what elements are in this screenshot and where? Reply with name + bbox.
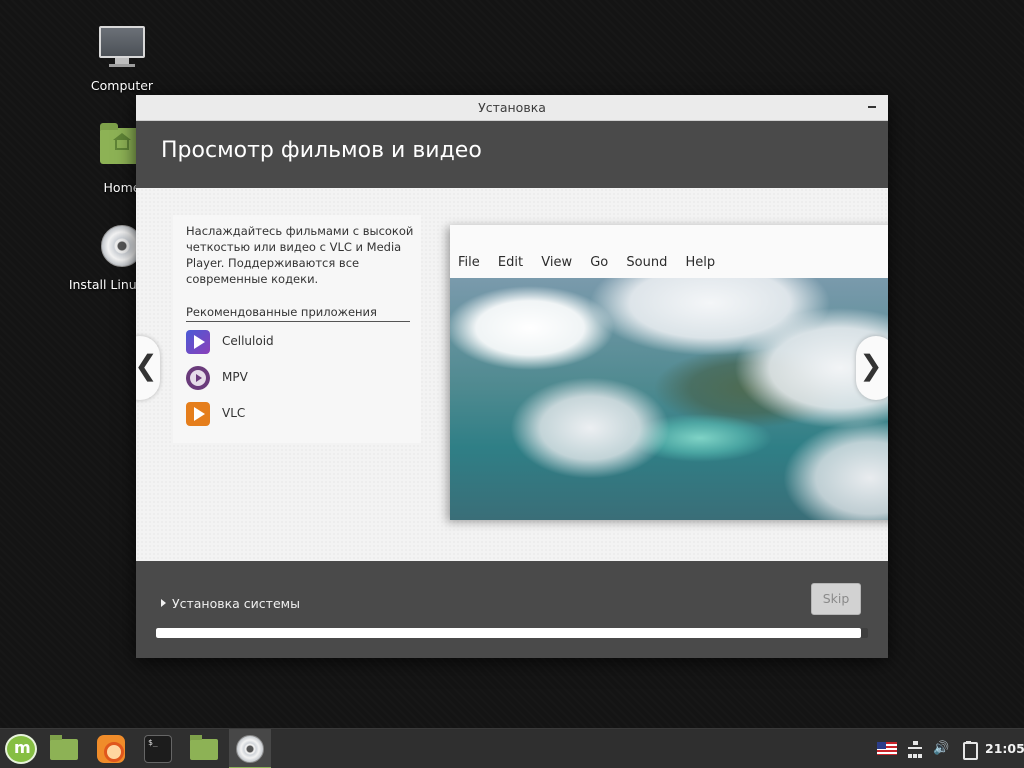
minimize-button[interactable] — [868, 106, 876, 108]
menu-button[interactable] — [0, 729, 42, 768]
keyboard-layout-flag-icon[interactable] — [877, 742, 897, 755]
taskbar-installer[interactable] — [229, 729, 271, 768]
taskbar-terminal[interactable]: $_ — [137, 729, 179, 768]
desktop-icon-label: Computer — [90, 78, 154, 93]
clock[interactable]: 21:05 — [985, 741, 1024, 756]
expander-arrow-icon — [161, 599, 166, 607]
chevron-right-icon: ❯ — [859, 349, 883, 382]
expander-label: Установка системы — [172, 596, 300, 611]
preview-menu-file: File — [458, 255, 480, 270]
taskbar-files-2[interactable] — [183, 729, 225, 768]
slide-header: Просмотр фильмов и видео — [136, 121, 888, 188]
vlc-icon — [186, 402, 210, 426]
chevron-left-icon: ❮ — [136, 349, 158, 382]
window-title: Установка — [478, 100, 546, 115]
taskbar-files[interactable] — [43, 729, 85, 768]
celluloid-icon — [186, 330, 210, 354]
skip-button[interactable]: Skip — [811, 583, 861, 615]
info-card: Наслаждайтесь фильмами с высокой четкост… — [173, 215, 421, 443]
folder-icon — [50, 735, 78, 760]
terminal-icon: $_ — [144, 735, 172, 763]
install-details-expander[interactable]: Установка системы — [161, 596, 300, 611]
app-name: Celluloid — [222, 334, 274, 348]
folder-icon — [190, 735, 218, 760]
previous-slide-button[interactable]: ❮ — [136, 336, 160, 400]
installer-footer: Установка системы Skip — [136, 561, 888, 658]
taskbar-firefox[interactable] — [90, 729, 132, 768]
install-progress-bar — [156, 628, 868, 638]
recommended-apps-title: Рекомендованные приложения — [186, 305, 410, 322]
next-slide-button[interactable]: ❯ — [856, 336, 888, 400]
app-name: VLC — [222, 406, 246, 420]
desktop-icon-computer[interactable]: Computer — [67, 22, 177, 93]
install-disc-icon — [236, 735, 264, 763]
video-frame-image — [450, 278, 888, 520]
window-titlebar[interactable]: Установка — [136, 95, 888, 121]
preview-menu-sound: Sound — [626, 255, 668, 270]
mint-menu-icon — [5, 734, 37, 764]
preview-menu-view: View — [541, 255, 573, 270]
app-item-vlc: VLC — [186, 402, 406, 426]
preview-menu-go: Go — [590, 255, 609, 270]
volume-icon[interactable]: 🔊 — [933, 741, 949, 757]
computer-icon — [98, 26, 146, 74]
slideshow: Наслаждайтесь фильмами с высокой четкост… — [136, 188, 888, 561]
firefox-icon — [97, 735, 125, 763]
slide-title: Просмотр фильмов и видео — [161, 138, 482, 163]
network-icon[interactable] — [907, 741, 923, 758]
app-item-mpv: MPV — [186, 366, 406, 390]
taskbar: $_ 🔊 21:05 — [0, 728, 1024, 768]
progress-fill — [156, 628, 861, 638]
app-name: MPV — [222, 370, 248, 384]
clipboard-icon[interactable] — [962, 741, 978, 760]
preview-menu-help: Help — [685, 255, 716, 270]
slide-description: Наслаждайтесь фильмами с высокой четкост… — [186, 224, 414, 286]
preview-menubar: File Edit View Go Sound Help — [458, 255, 729, 270]
mpv-icon — [186, 366, 210, 390]
installer-window: Установка Просмотр фильмов и видео Насла… — [136, 95, 888, 658]
app-item-celluloid: Celluloid — [186, 330, 406, 354]
preview-menu-edit: Edit — [497, 255, 524, 270]
media-player-preview: File Edit View Go Sound Help — [450, 225, 888, 520]
